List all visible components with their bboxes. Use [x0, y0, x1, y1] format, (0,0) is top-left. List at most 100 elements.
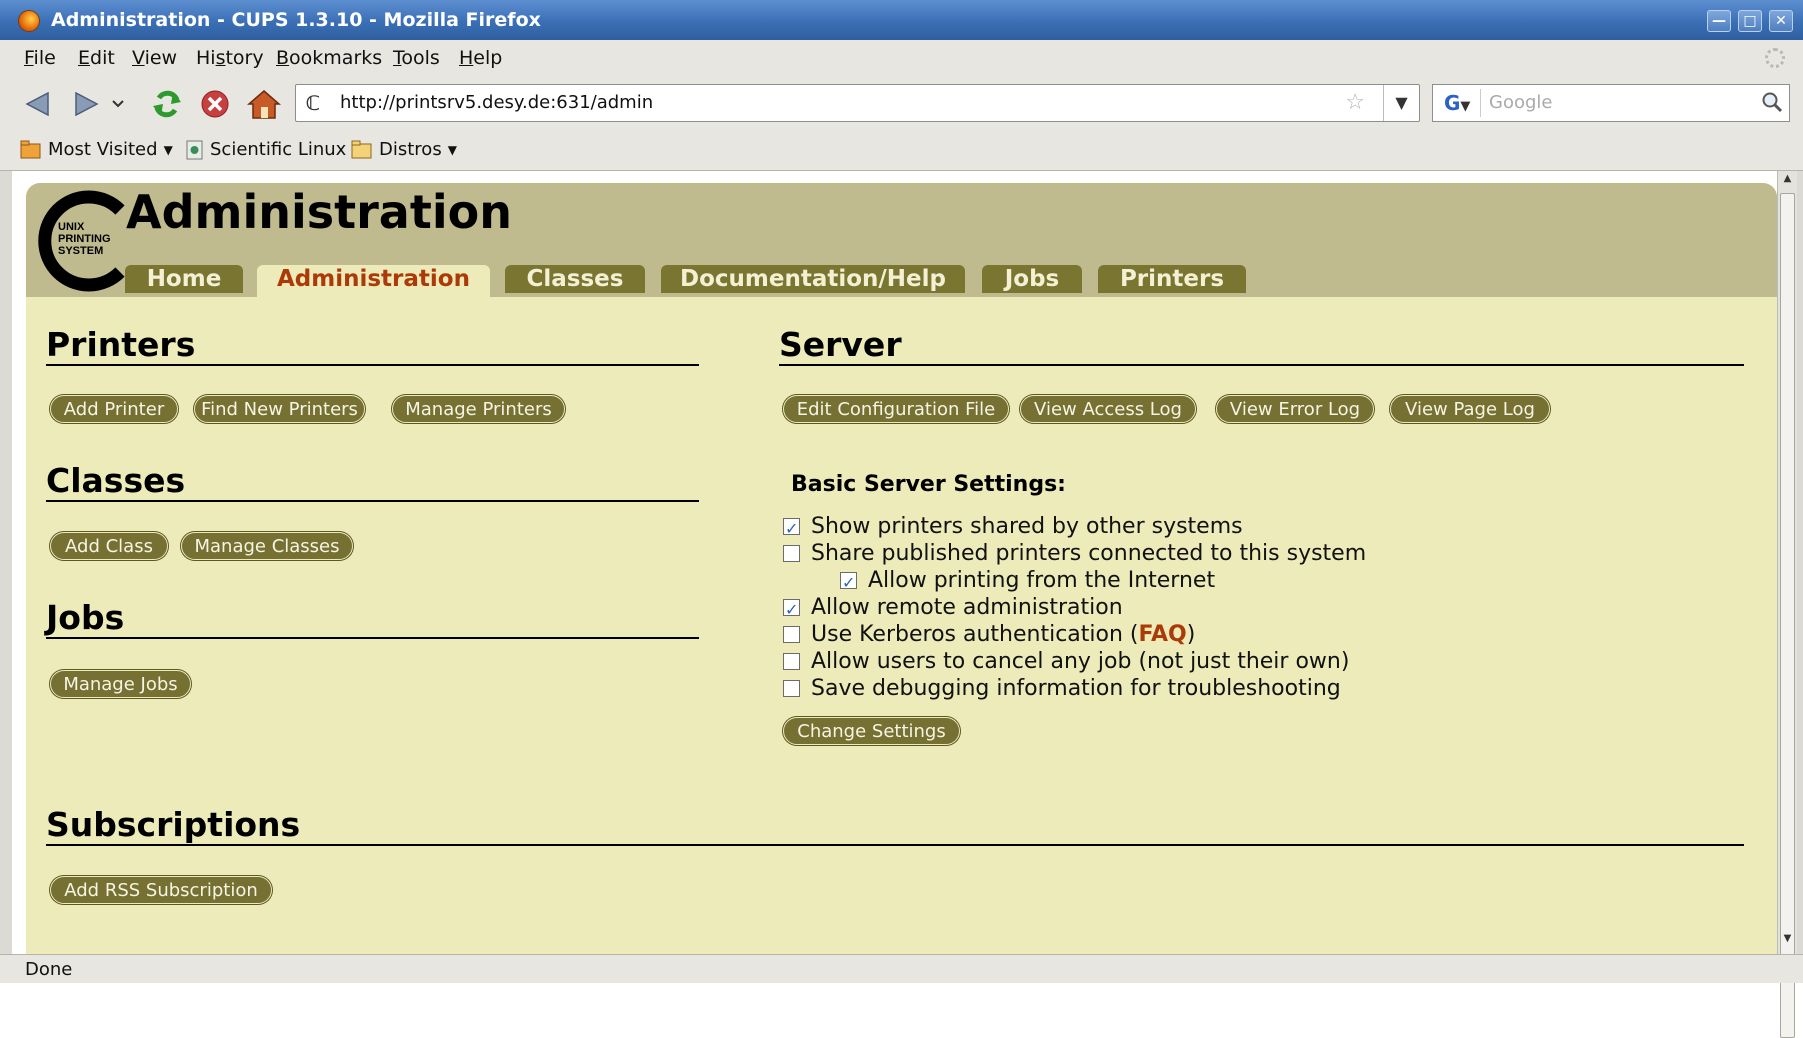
view-error-log-button[interactable]: View Error Log: [1216, 395, 1374, 423]
title-bar: Administration - CUPS 1.3.10 - Mozilla F…: [0, 0, 1803, 40]
manage-jobs-button[interactable]: Manage Jobs: [50, 670, 191, 698]
window-title: Administration - CUPS 1.3.10 - Mozilla F…: [51, 9, 541, 31]
bookmark-star-icon[interactable]: ☆: [1345, 90, 1365, 115]
bookmark-label: Most Visited: [48, 139, 158, 160]
cancel-any-job-checkbox[interactable]: [783, 653, 800, 670]
bookmark-scientific-linux[interactable]: Scientific Linux: [186, 129, 346, 171]
scroll-up-icon[interactable]: ▲: [1780, 173, 1795, 191]
jobs-heading: Jobs: [46, 599, 699, 639]
tab-documentation-help[interactable]: Documentation/Help: [661, 265, 965, 293]
show-shared-printers-checkbox[interactable]: [783, 515, 800, 542]
tab-home[interactable]: Home: [125, 265, 243, 293]
scrollbar-thumb[interactable]: [1780, 193, 1795, 1038]
menu-file[interactable]: File: [24, 40, 56, 77]
bookmark-label: Scientific Linux: [210, 139, 347, 160]
svg-text:PRINTING: PRINTING: [58, 233, 111, 245]
setting-label: Use Kerberos authentication (: [811, 622, 1139, 647]
add-class-button[interactable]: Add Class: [50, 532, 168, 560]
home-icon[interactable]: [245, 85, 283, 123]
menu-bar: File Edit View History Bookmarks Tools H…: [0, 40, 1803, 77]
search-placeholder: Google: [1489, 92, 1553, 113]
server-heading: Server: [779, 326, 1744, 366]
faq-link[interactable]: FAQ: [1139, 621, 1187, 648]
setting-label: Share published printers connected to th…: [811, 541, 1367, 566]
edit-configuration-file-button[interactable]: Edit Configuration File: [783, 395, 1009, 423]
stop-icon[interactable]: [196, 85, 234, 123]
setting-label: Allow users to cancel any job (not just …: [811, 649, 1350, 674]
menu-view[interactable]: View: [132, 40, 177, 77]
basic-server-settings-heading: Basic Server Settings:: [791, 472, 1066, 497]
tab-classes[interactable]: Classes: [505, 265, 645, 293]
status-bar: Done: [0, 954, 1803, 983]
menu-help[interactable]: Help: [459, 40, 502, 77]
close-icon[interactable]: ✕: [1769, 10, 1793, 32]
bookmark-label: Distros: [379, 139, 442, 160]
tab-jobs[interactable]: Jobs: [982, 265, 1082, 293]
bookmarks-toolbar: Most Visited ▼ Scientific Linux Distros …: [0, 129, 1803, 171]
add-rss-subscription-button[interactable]: Add RSS Subscription: [50, 876, 272, 904]
setting-label: Show printers shared by other systems: [811, 514, 1243, 539]
add-printer-button[interactable]: Add Printer: [50, 395, 178, 423]
scroll-down-icon[interactable]: ▼: [1780, 933, 1795, 951]
back-icon[interactable]: [18, 85, 56, 123]
tab-printers[interactable]: Printers: [1098, 265, 1246, 293]
history-dropdown-icon[interactable]: [108, 85, 128, 123]
allow-internet-printing-checkbox[interactable]: [840, 569, 857, 596]
status-text: Done: [25, 959, 73, 980]
maximize-icon[interactable]: □: [1738, 10, 1762, 32]
menu-history[interactable]: History: [196, 40, 264, 77]
setting-show-shared-printers: Show printers shared by other systems: [783, 513, 1243, 542]
svg-text:SYSTEM: SYSTEM: [58, 245, 103, 257]
url-text[interactable]: http://printsrv5.desy.de:631/admin: [340, 85, 653, 121]
page-icon: [186, 140, 203, 160]
setting-share-printers: Share published printers connected to th…: [783, 540, 1366, 567]
url-dropdown-icon[interactable]: ▼: [1383, 85, 1419, 121]
chevron-down-icon: ▼: [447, 143, 457, 157]
folder-icon: [20, 140, 41, 159]
firefox-window: Administration - CUPS 1.3.10 - Mozilla F…: [0, 0, 1803, 1038]
search-box[interactable]: G▼ Google: [1432, 84, 1790, 122]
minimize-icon[interactable]: —: [1707, 10, 1731, 32]
manage-printers-button[interactable]: Manage Printers: [392, 395, 565, 423]
change-settings-button[interactable]: Change Settings: [783, 717, 960, 745]
menu-edit[interactable]: Edit: [78, 40, 115, 77]
setting-label: Allow remote administration: [811, 595, 1123, 620]
share-printers-checkbox[interactable]: [783, 545, 800, 562]
setting-label: Allow printing from the Internet: [868, 568, 1216, 593]
view-page-log-button[interactable]: View Page Log: [1390, 395, 1550, 423]
menu-tools[interactable]: Tools: [393, 40, 440, 77]
firefox-icon: [18, 10, 40, 32]
page-title: Administration: [126, 185, 512, 239]
find-new-printers-button[interactable]: Find New Printers: [194, 395, 365, 423]
svg-text:UNIX: UNIX: [58, 221, 85, 233]
classes-heading: Classes: [46, 462, 699, 502]
vertical-scrollbar[interactable]: ▲ ▼: [1777, 171, 1797, 1038]
chevron-down-icon: ▼: [163, 143, 173, 157]
setting-cancel-any-job: Allow users to cancel any job (not just …: [783, 648, 1349, 675]
manage-classes-button[interactable]: Manage Classes: [181, 532, 353, 560]
bookmark-distros[interactable]: Distros ▼: [351, 129, 457, 171]
google-engine-icon[interactable]: G▼: [1437, 89, 1481, 117]
subscriptions-heading: Subscriptions: [46, 806, 1744, 846]
folder-icon: [351, 140, 372, 159]
setting-debug-logging: Save debugging information for troublesh…: [783, 675, 1341, 702]
kerberos-checkbox[interactable]: [783, 626, 800, 643]
forward-icon[interactable]: [66, 85, 104, 123]
tab-administration[interactable]: Administration: [257, 265, 490, 297]
bookmark-most-visited[interactable]: Most Visited ▼: [20, 129, 173, 171]
setting-label: Save debugging information for troublesh…: [811, 676, 1341, 701]
setting-allow-internet-printing: Allow printing from the Internet: [840, 567, 1216, 596]
debug-logging-checkbox[interactable]: [783, 680, 800, 697]
printers-heading: Printers: [46, 326, 699, 366]
navigation-toolbar: ℂ http://printsrv5.desy.de:631/admin ☆ ▼…: [0, 77, 1803, 129]
site-identity-icon[interactable]: ℂ: [302, 92, 324, 114]
menu-bookmarks[interactable]: Bookmarks: [276, 40, 382, 77]
view-access-log-button[interactable]: View Access Log: [1020, 395, 1196, 423]
setting-kerberos: Use Kerberos authentication (FAQ): [783, 621, 1195, 648]
search-icon[interactable]: [1761, 91, 1783, 113]
reload-icon[interactable]: [148, 85, 186, 123]
setting-label-suffix: ): [1186, 622, 1196, 647]
setting-remote-admin: Allow remote administration: [783, 594, 1123, 623]
url-bar[interactable]: ℂ http://printsrv5.desy.de:631/admin ☆ ▼: [295, 84, 1420, 122]
remote-admin-checkbox[interactable]: [783, 596, 800, 623]
